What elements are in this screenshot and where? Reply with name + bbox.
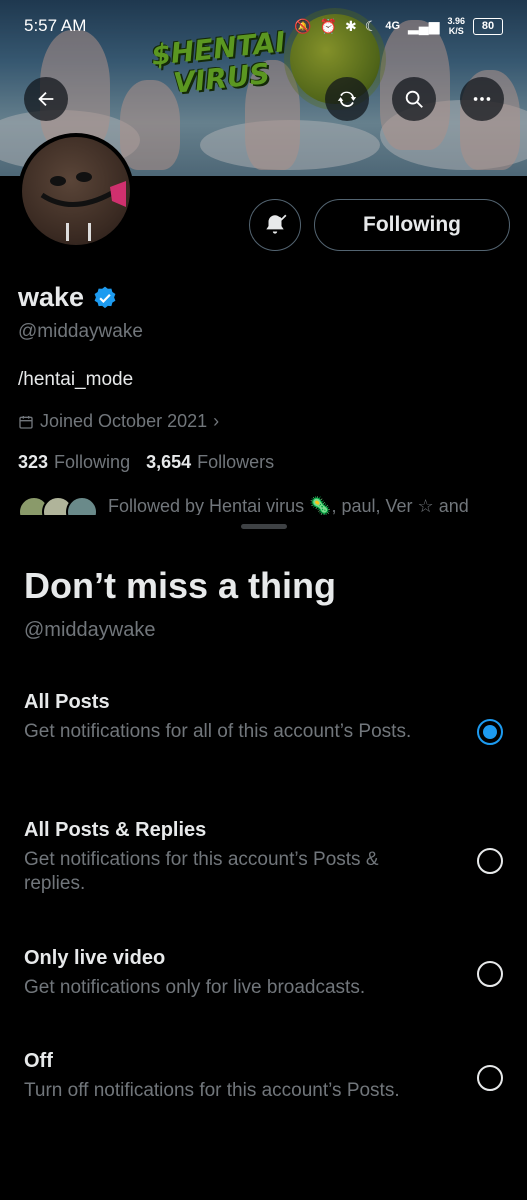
following-button[interactable]: Following (314, 199, 510, 251)
back-arrow-icon (38, 91, 54, 107)
option-off[interactable]: Off Turn off notifications for this acco… (24, 1050, 503, 1140)
profile-handle: @middaywake (18, 321, 143, 342)
back-button[interactable] (24, 77, 68, 121)
chevron-right-icon: › (213, 411, 220, 431)
following-count-link[interactable]: 323 Following (18, 452, 130, 473)
joined-date-row[interactable]: Joined October 2021 › (18, 411, 219, 432)
signal-icon: ▂▄▆ (408, 17, 440, 34)
more-button[interactable] (460, 77, 504, 121)
radio-off[interactable] (477, 1065, 503, 1091)
moon-icon: ☾ (364, 17, 378, 34)
mutual-avatars (18, 496, 98, 516)
sheet-grabber[interactable] (241, 524, 287, 529)
more-icon (473, 97, 491, 101)
option-description: Get notifications only for live broadcas… (24, 977, 366, 998)
avatar-drawing (40, 172, 126, 241)
option-all-posts-replies[interactable]: All Posts & Replies Get notifications fo… (24, 819, 503, 909)
notification-bell-button[interactable] (249, 199, 301, 251)
network-speed-unit: K/S (448, 26, 464, 36)
joined-date: Joined October 2021 (40, 411, 208, 431)
verified-badge-icon[interactable] (92, 285, 118, 311)
profile-name: wake (18, 282, 85, 312)
option-title: All Posts (24, 691, 110, 713)
calendar-icon (19, 415, 33, 429)
refresh-button[interactable] (325, 77, 369, 121)
radio-all-posts[interactable] (477, 719, 503, 745)
followed-by-row[interactable]: Followed by Hentai virus 🦠, paul, Ver ☆ … (18, 496, 469, 516)
option-title: All Posts & Replies (24, 819, 207, 841)
battery-icon: 80 (473, 17, 503, 35)
status-time: 5:57 AM (24, 16, 87, 35)
option-all-posts[interactable]: All Posts Get notifications for all of t… (24, 691, 503, 781)
option-description: Get notifications for this account’s Pos… (24, 849, 379, 894)
option-description: Get notifications for all of this accoun… (24, 721, 412, 742)
avatar[interactable] (18, 133, 134, 249)
search-button[interactable] (392, 77, 436, 121)
followed-by-text: Followed by Hentai virus 🦠, paul, Ver ☆ … (108, 496, 469, 516)
bell-icon (266, 214, 287, 234)
alarm-icon: ⏰ (319, 17, 338, 34)
network-speed-value: 3.96 (447, 16, 465, 26)
radio-all-posts-replies[interactable] (477, 848, 503, 874)
option-description: Turn off notifications for this account’… (24, 1080, 400, 1101)
notification-settings-sheet: Don’t miss a thing @middaywake All Posts… (0, 515, 527, 1200)
status-bar: 5:57 AM 🔕 ⏰ ✱ ☾ 4G ▂▄▆ 3.96 K/S 80 (0, 0, 527, 52)
sheet-handle: @middaywake (24, 619, 156, 641)
radio-only-live-video[interactable] (477, 961, 503, 987)
refresh-icon (337, 91, 357, 107)
bluetooth-icon: ✱ (345, 17, 357, 34)
profile-name-row: wake (18, 282, 118, 313)
follow-counts: 323 Following 3,654 Followers (18, 452, 274, 473)
mute-icon: 🔕 (294, 17, 312, 34)
network-type: 4G (385, 20, 401, 32)
option-title: Only live video (24, 947, 166, 969)
option-only-live-video[interactable]: Only live video Get notifications only f… (24, 947, 503, 1037)
profile-bio: /hentai_mode (18, 369, 134, 390)
option-title: Off (24, 1050, 53, 1072)
followers-count-link[interactable]: 3,654 Followers (146, 452, 274, 473)
search-icon (405, 90, 423, 108)
sheet-title: Don’t miss a thing (24, 565, 337, 606)
